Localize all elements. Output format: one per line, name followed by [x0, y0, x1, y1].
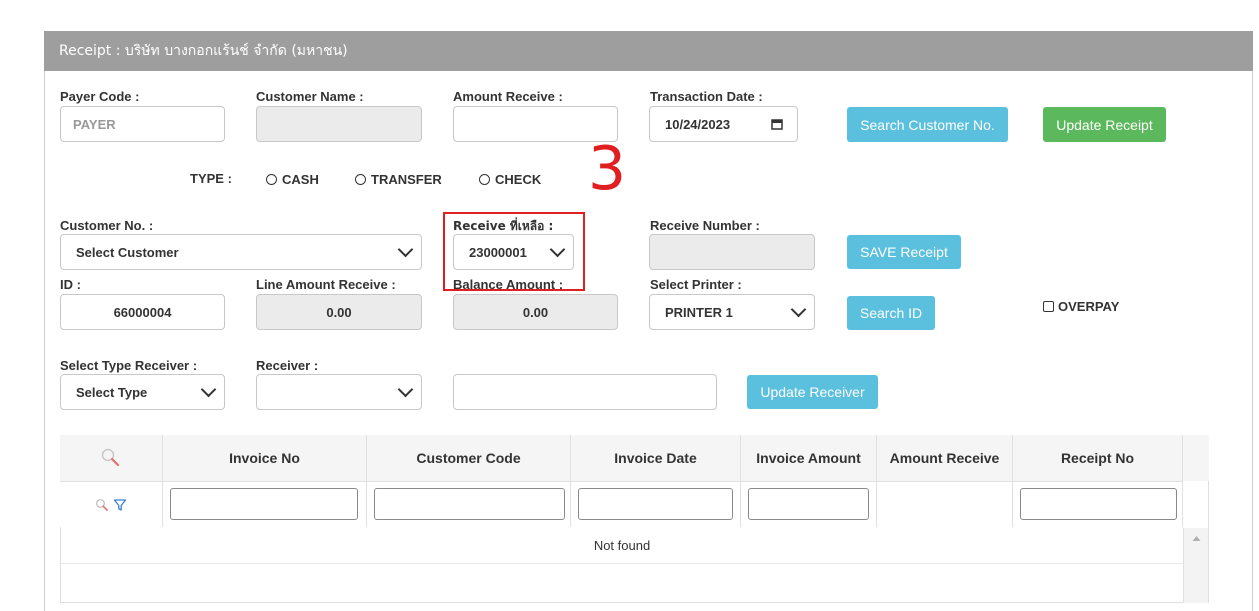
save-receipt-button[interactable]: SAVE Receipt	[847, 235, 961, 269]
select-type-receiver-label: Select Type Receiver :	[60, 358, 198, 373]
select-printer-value: PRINTER 1	[665, 304, 733, 320]
column-header-invoice-date[interactable]: Invoice Date	[571, 435, 741, 481]
balance-amount-value: 0.00	[522, 304, 549, 320]
balance-amount-label: Balance Amount :	[453, 277, 564, 292]
payer-code-placeholder: PAYER	[73, 116, 116, 132]
filter-receipt-no-input[interactable]	[1020, 488, 1177, 520]
search-id-button[interactable]: Search ID	[847, 296, 935, 330]
amount-receive-label: Amount Receive :	[453, 89, 563, 104]
select-type-receiver-select[interactable]: Select Type	[60, 374, 225, 410]
column-header-receipt-no[interactable]: Receipt No	[1013, 435, 1183, 481]
select-printer-label: Select Printer :	[650, 277, 742, 292]
select-printer-select[interactable]: PRINTER 1	[649, 294, 815, 330]
id-value: 66000004	[113, 304, 172, 320]
header-scroll-spacer	[1183, 435, 1209, 481]
search-icon[interactable]	[95, 498, 109, 512]
radio-cash[interactable]: CASH	[266, 172, 319, 187]
customer-no-select[interactable]: Select Customer	[60, 234, 422, 270]
column-header-amount-receive[interactable]: Amount Receive	[877, 435, 1013, 481]
update-receiver-button[interactable]: Update Receiver	[747, 375, 878, 409]
customer-name-field	[256, 106, 422, 142]
filter-icon[interactable]	[113, 498, 127, 512]
calendar-icon[interactable]	[771, 118, 783, 130]
checkbox-icon	[1043, 301, 1054, 312]
column-header-invoice-no[interactable]: Invoice No	[163, 435, 367, 481]
chevron-down-icon	[200, 381, 217, 398]
step-annotation-number: 3	[588, 134, 627, 204]
filter-invoice-no-input[interactable]	[170, 488, 358, 520]
customer-no-label: Customer No. :	[60, 218, 154, 233]
line-amount-receive-label: Line Amount Receive :	[256, 277, 396, 292]
search-customer-button[interactable]: Search Customer No.	[847, 107, 1008, 142]
payer-code-input[interactable]: PAYER	[60, 106, 225, 142]
search-icon[interactable]	[100, 447, 122, 469]
receive-number-label: Receive Number :	[650, 218, 760, 233]
receiver-label: Receiver :	[256, 358, 319, 373]
customer-no-value: Select Customer	[76, 244, 179, 260]
update-receipt-button[interactable]: Update Receipt	[1043, 107, 1166, 142]
type-label: TYPE :	[190, 171, 232, 186]
receiver-text-input[interactable]	[453, 374, 717, 410]
chevron-down-icon	[397, 381, 414, 398]
filter-customer-code-input[interactable]	[374, 488, 565, 520]
scroll-up-arrow-icon[interactable]	[1184, 528, 1209, 548]
column-header-customer-code[interactable]: Customer Code	[367, 435, 571, 481]
customer-name-label: Customer Name :	[256, 89, 364, 104]
receive-number-field	[649, 234, 815, 270]
id-input[interactable]: 66000004	[60, 294, 225, 330]
balance-amount-field: 0.00	[453, 294, 618, 330]
transaction-date-input[interactable]: 10/24/2023	[649, 106, 798, 142]
radio-check[interactable]: CHECK	[479, 172, 541, 187]
overpay-checkbox[interactable]: OVERPAY	[1043, 299, 1119, 314]
filter-invoice-amount-input[interactable]	[748, 488, 869, 520]
radio-transfer-label: TRANSFER	[371, 172, 442, 187]
line-amount-receive-field: 0.00	[256, 294, 422, 330]
filter-icons-cell	[60, 481, 163, 527]
id-label: ID :	[60, 277, 81, 292]
chevron-down-icon	[397, 241, 414, 258]
grid-search-header	[60, 435, 163, 481]
no-data-message: Not found	[61, 528, 1183, 564]
column-header-invoice-amount[interactable]: Invoice Amount	[741, 435, 877, 481]
radio-circle-icon	[266, 174, 277, 185]
panel-title: Receipt : บริษัท บางกอกแร้นช์ จำกัด (มหา…	[44, 31, 1253, 71]
vertical-scrollbar[interactable]	[1183, 528, 1208, 603]
transaction-date-value: 10/24/2023	[665, 116, 731, 132]
radio-cash-label: CASH	[282, 172, 319, 187]
filter-invoice-date-input[interactable]	[578, 488, 733, 520]
line-amount-receive-value: 0.00	[326, 304, 352, 320]
transaction-date-label: Transaction Date :	[650, 89, 763, 104]
receiver-select[interactable]	[256, 374, 422, 410]
chevron-down-icon	[790, 301, 807, 318]
radio-transfer[interactable]: TRANSFER	[355, 172, 442, 187]
radio-circle-icon	[479, 174, 490, 185]
radio-check-label: CHECK	[495, 172, 542, 187]
payer-code-label: Payer Code :	[60, 89, 140, 104]
select-type-receiver-value: Select Type	[76, 384, 148, 400]
overpay-label: OVERPAY	[1058, 299, 1120, 314]
radio-circle-icon	[355, 174, 366, 185]
filter-cell	[877, 481, 1013, 527]
